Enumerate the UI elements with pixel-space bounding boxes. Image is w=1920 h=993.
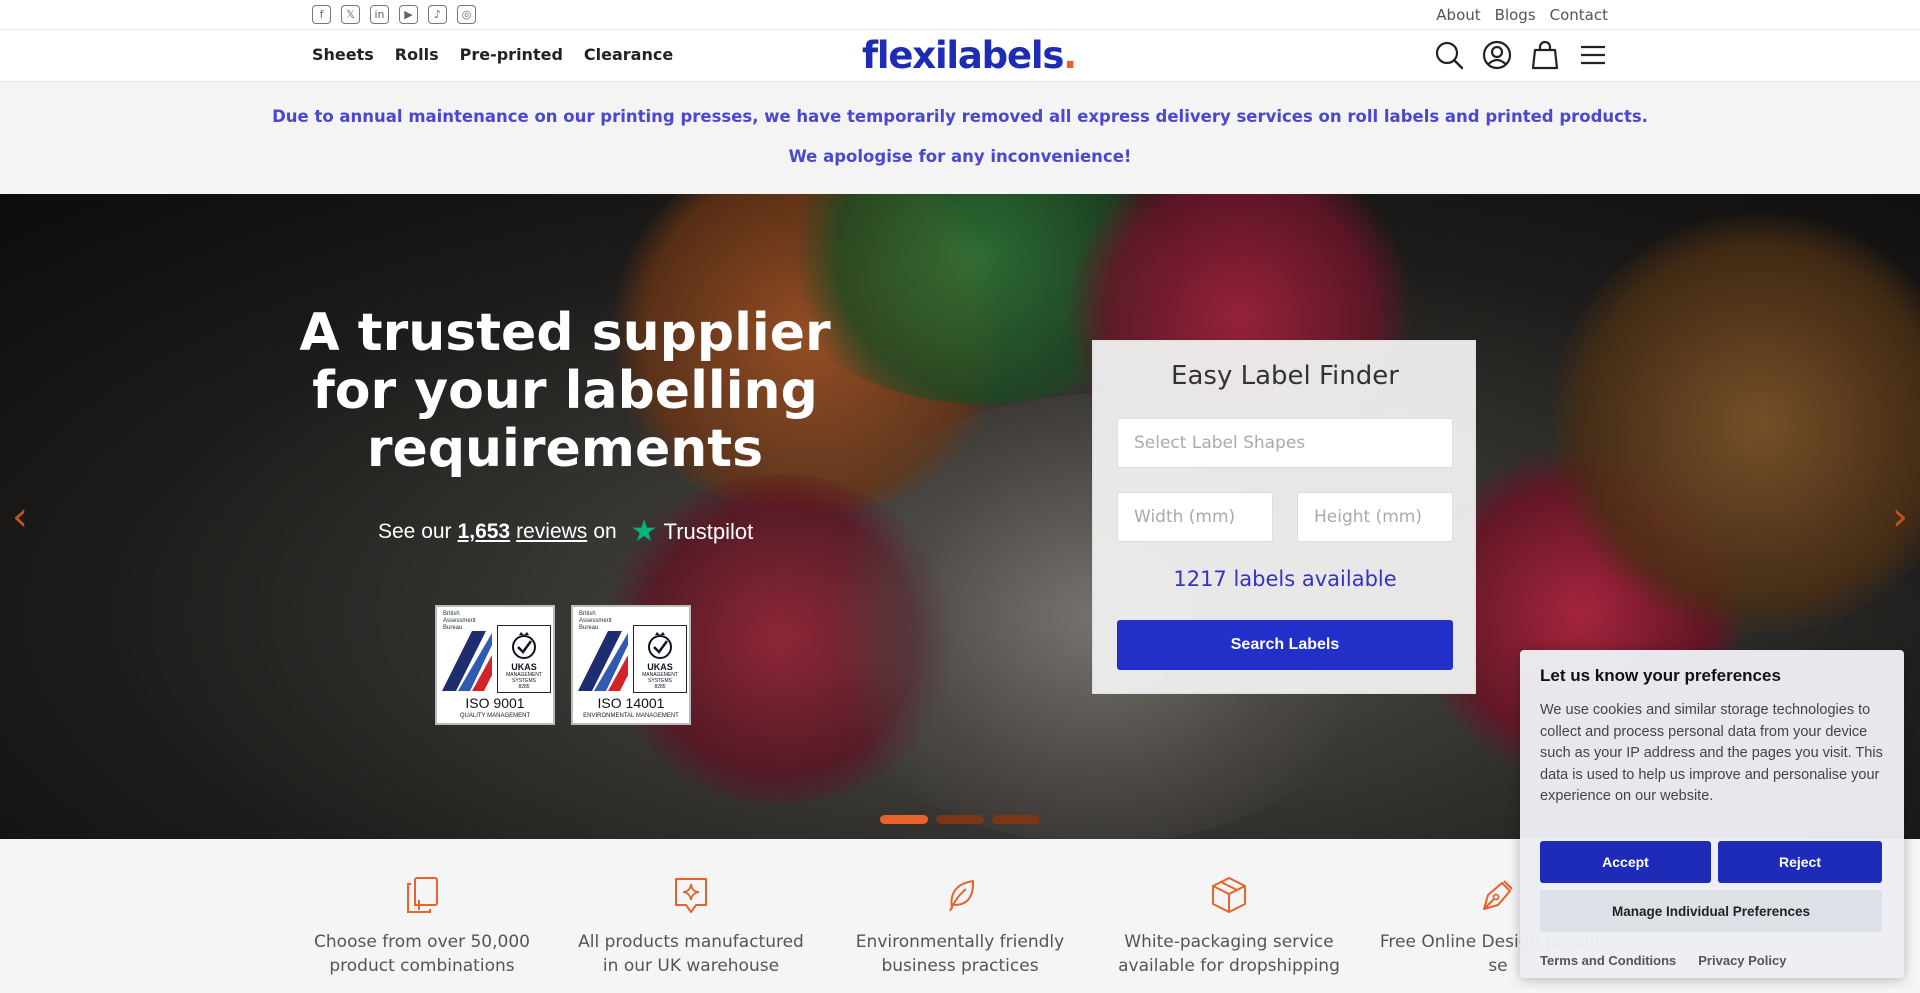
iso-14001-badge: British Assessment Bureau UKAS MANAGEMEN… <box>571 605 691 725</box>
trustpilot-logo[interactable]: Trustpilot <box>664 519 754 545</box>
iso-9001-badge: British Assessment Bureau UKAS MANAGEMEN… <box>435 605 555 725</box>
carousel-dots <box>880 815 1040 824</box>
feature-item: Environmentally friendly business practi… <box>840 875 1080 978</box>
cookie-links: Terms and Conditions Privacy Policy <box>1540 953 1786 968</box>
carousel-dot-2[interactable] <box>936 815 984 824</box>
contact-link[interactable]: Contact <box>1550 6 1608 24</box>
label-shape-select[interactable]: Select Label Shapes <box>1117 418 1453 468</box>
trustpilot-star-icon: ★ <box>630 515 658 548</box>
box-icon <box>1212 877 1246 913</box>
labels-available-count: 1217 labels available <box>1173 567 1397 591</box>
cookie-title: Let us know your preferences <box>1540 666 1781 685</box>
youtube-icon[interactable]: ▶ <box>399 5 418 24</box>
badge-iso-sub: QUALITY MANAGEMENT <box>459 713 531 719</box>
badge-bureau-label: British Assessment Bureau <box>443 611 476 631</box>
leaf-icon <box>949 880 975 912</box>
feature-text: Environmentally friendly business practi… <box>855 932 1065 976</box>
ukas-label: UKAS <box>647 662 673 672</box>
trust-prefix: See our <box>378 519 452 543</box>
nav-item-pre-printed[interactable]: Pre-printed <box>460 45 563 64</box>
about-link[interactable]: About <box>1436 6 1480 24</box>
notice-line-2: We apologise for any inconvenience! <box>788 147 1132 166</box>
feature-text: Choose from over 50,000 product combinat… <box>314 932 530 976</box>
search-icon[interactable] <box>1434 40 1464 70</box>
trust-on: on <box>593 519 617 543</box>
instagram-icon[interactable]: ◎ <box>457 5 476 24</box>
reviews-link[interactable]: reviews <box>516 520 587 544</box>
review-count-link[interactable]: 1,653 <box>458 520 511 544</box>
top-utility-bar: f 𝕏 in ▶ ♪ ◎ About Blogs Contact <box>0 0 1920 30</box>
bab-stripes-icon <box>578 631 628 691</box>
pen-nib-icon <box>1483 880 1513 910</box>
main-navbar: Sheets Rolls Pre-printed Clearance flexi… <box>0 30 1920 82</box>
cookie-preferences-panel: Let us know your preferences We use cook… <box>1520 650 1904 978</box>
feature-item: All products manufactured in our UK ware… <box>571 875 811 978</box>
height-input[interactable]: Height (mm) <box>1297 492 1453 542</box>
utility-links: About Blogs Contact <box>1436 6 1608 24</box>
search-labels-button[interactable]: Search Labels <box>1117 620 1453 670</box>
sparkle-tag-icon <box>675 878 707 913</box>
finder-title: Easy Label Finder <box>1171 361 1399 391</box>
badge-iso-sub: ENVIRONMENTAL MANAGEMENT <box>583 713 679 719</box>
carousel-next-chevron-icon[interactable]: › <box>1892 494 1908 540</box>
linkedin-icon[interactable]: in <box>370 5 389 24</box>
tiktok-icon[interactable]: ♪ <box>428 5 447 24</box>
carousel-dot-3[interactable] <box>992 815 1040 824</box>
carousel-prev-chevron-icon[interactable]: ‹ <box>12 494 28 540</box>
ukas-mark: UKAS MANAGEMENT SYSTEMS 8285 <box>633 625 687 693</box>
accept-cookies-button[interactable]: Accept <box>1540 841 1711 883</box>
facebook-icon[interactable]: f <box>312 5 331 24</box>
reject-cookies-button[interactable]: Reject <box>1718 841 1882 883</box>
nav-item-rolls[interactable]: Rolls <box>395 45 439 64</box>
files-plus-icon <box>407 877 438 913</box>
easy-label-finder: Easy Label Finder Select Label Shapes Wi… <box>1092 340 1476 694</box>
width-input[interactable]: Width (mm) <box>1117 492 1273 542</box>
x-twitter-icon[interactable]: 𝕏 <box>341 5 360 24</box>
feature-text: All products manufactured in our UK ware… <box>578 932 804 976</box>
badge-bureau-label: British Assessment Bureau <box>579 611 612 631</box>
feature-text: White-packaging service available for dr… <box>1118 932 1340 976</box>
crown-check-icon <box>512 632 536 659</box>
nav-item-sheets[interactable]: Sheets <box>312 45 374 64</box>
logo-text: flexilabels <box>862 34 1064 77</box>
bab-stripes-icon <box>442 631 492 691</box>
feature-item: Choose from over 50,000 product combinat… <box>302 875 542 978</box>
badge-iso-label: ISO 14001 <box>597 695 665 711</box>
ukas-code: 8285 <box>654 684 666 690</box>
hero-title: A trusted supplier for your labelling re… <box>299 303 831 479</box>
logo-dot: . <box>1063 34 1077 77</box>
feature-item: White-packaging service available for dr… <box>1109 875 1349 978</box>
nav-item-clearance[interactable]: Clearance <box>584 45 673 64</box>
ukas-label: UKAS <box>511 662 537 672</box>
notice-line-1: Due to annual maintenance on our printin… <box>272 107 1648 126</box>
cart-icon[interactable] <box>1530 40 1560 70</box>
ukas-sub: MANAGEMENT SYSTEMS <box>506 672 542 684</box>
account-icon[interactable] <box>1482 40 1512 70</box>
nav-icons <box>1434 40 1608 70</box>
ukas-mark: UKAS MANAGEMENT SYSTEMS 8285 <box>497 625 551 693</box>
cookie-body: We use cookies and similar storage techn… <box>1540 702 1883 804</box>
menu-icon[interactable] <box>1578 40 1608 70</box>
ukas-code: 8285 <box>518 684 530 690</box>
site-logo[interactable]: flexilabels. <box>862 34 1077 77</box>
social-links: f 𝕏 in ▶ ♪ ◎ <box>312 5 476 24</box>
blogs-link[interactable]: Blogs <box>1495 6 1536 24</box>
maintenance-notice: Due to annual maintenance on our printin… <box>0 82 1920 194</box>
trustpilot-reviews: See our 1,653 reviews on ★ Trustpilot <box>378 514 753 549</box>
privacy-link[interactable]: Privacy Policy <box>1698 953 1786 968</box>
badge-iso-label: ISO 9001 <box>465 695 525 711</box>
primary-nav: Sheets Rolls Pre-printed Clearance <box>312 45 673 64</box>
crown-check-icon <box>648 632 672 659</box>
carousel-dot-1[interactable] <box>880 815 928 824</box>
ukas-sub: MANAGEMENT SYSTEMS <box>642 672 678 684</box>
iso-badges: British Assessment Bureau UKAS MANAGEMEN… <box>435 605 691 725</box>
manage-preferences-button[interactable]: Manage Individual Preferences <box>1540 890 1882 932</box>
terms-link[interactable]: Terms and Conditions <box>1540 953 1676 968</box>
